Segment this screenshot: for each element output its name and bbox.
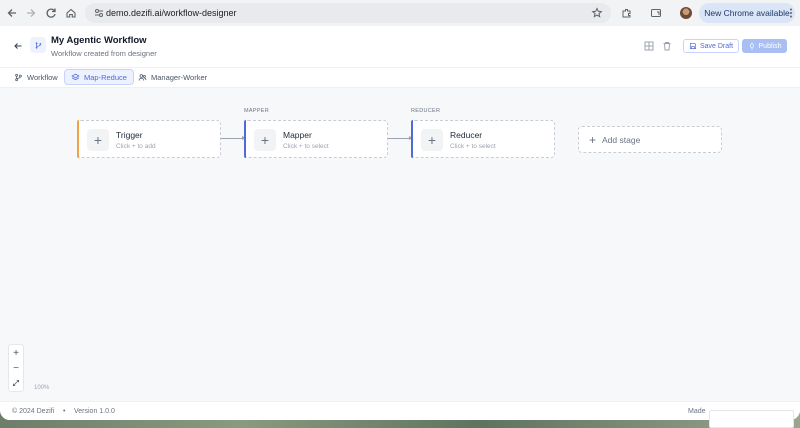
mapper-accent-bar	[244, 120, 246, 158]
copyright-text: © 2024 Dezifi	[12, 408, 55, 415]
address-bar[interactable]: demo.dezifi.ai/workflow-designer	[85, 3, 611, 23]
trigger-accent-bar	[77, 120, 79, 158]
reducer-accent-bar	[411, 120, 413, 158]
tab-workflow-label: Workflow	[27, 72, 58, 82]
plus-icon: +	[589, 132, 597, 147]
mapper-node[interactable]: + Mapper Click + to select	[244, 120, 388, 158]
mapper-node-hint: Click + to select	[283, 143, 329, 150]
publish-button[interactable]: Publish	[742, 39, 787, 53]
add-reducer-plus-icon[interactable]: +	[421, 129, 443, 151]
url-text: demo.dezifi.ai/workflow-designer	[106, 8, 237, 18]
trash-icon[interactable]	[661, 40, 673, 52]
page-subtitle: Workflow created from designer	[51, 49, 157, 58]
version-text: Version 1.0.0	[74, 408, 115, 415]
made-with-text: Made	[688, 408, 706, 415]
reducer-node-hint: Click + to select	[450, 143, 496, 150]
rocket-icon	[749, 42, 754, 50]
app-footer: © 2024 Dezifi • Version 1.0.0 Made	[0, 401, 800, 420]
more-menu-icon[interactable]	[783, 5, 799, 21]
trigger-node[interactable]: + Trigger Click + to add	[77, 120, 221, 158]
tab-manager-worker[interactable]: Manager-Worker	[132, 69, 213, 85]
page-title: My Agentic Workflow	[51, 35, 147, 46]
zoom-level: 100%	[34, 385, 50, 391]
stage-label-mapper: MAPPER	[244, 108, 270, 114]
users-icon	[138, 73, 147, 81]
zoom-in-icon[interactable]: +	[9, 345, 23, 361]
mapper-node-title: Mapper	[283, 130, 312, 140]
fit-view-icon[interactable]	[9, 375, 23, 391]
back-icon[interactable]	[12, 40, 24, 52]
zoom-controls: + −	[8, 344, 24, 392]
layers-icon	[71, 73, 80, 80]
workflow-canvas[interactable]: MAPPER REDUCER + Trigger Click + to add …	[0, 88, 800, 401]
home-icon[interactable]	[63, 5, 79, 21]
back-arrow-icon[interactable]	[4, 5, 20, 21]
forward-arrow-icon[interactable]	[23, 5, 39, 21]
publish-label: Publish	[758, 42, 782, 50]
save-draft-button[interactable]: Save Draft	[683, 39, 739, 53]
profile-avatar[interactable]	[680, 7, 692, 19]
branch-icon	[15, 73, 22, 81]
reload-icon[interactable]	[43, 5, 59, 21]
stage-label-reducer: REDUCER	[411, 108, 441, 114]
save-draft-label: Save Draft	[699, 42, 734, 50]
chrome-update-button[interactable]: New Chrome available	[699, 3, 795, 23]
add-stage-label: Add stage	[602, 134, 641, 145]
grid-icon[interactable]	[643, 40, 655, 52]
connector-arrow	[221, 136, 246, 140]
save-icon	[689, 43, 696, 49]
add-trigger-plus-icon[interactable]: +	[87, 129, 109, 151]
workflow-icon	[30, 37, 46, 53]
reducer-node[interactable]: + Reducer Click + to select	[411, 120, 555, 158]
bookmark-star-icon[interactable]	[591, 7, 603, 19]
tab-map-reduce[interactable]: Map-Reduce	[64, 69, 134, 85]
notification-card[interactable]	[709, 410, 794, 428]
connector-arrow	[388, 136, 413, 140]
footer-separator: •	[63, 408, 66, 415]
pattern-tabs: Workflow Map-Reduce Manager-Worker	[0, 68, 800, 88]
add-mapper-plus-icon[interactable]: +	[254, 129, 276, 151]
app-header: My Agentic Workflow Workflow created fro…	[0, 26, 800, 68]
tab-manager-worker-label: Manager-Worker	[151, 72, 208, 82]
trigger-node-hint: Click + to add	[116, 143, 156, 150]
add-stage-button[interactable]: + Add stage	[578, 126, 722, 153]
zoom-out-icon[interactable]: −	[9, 360, 23, 376]
tab-map-reduce-label: Map-Reduce	[84, 72, 127, 82]
trigger-node-title: Trigger	[116, 130, 143, 140]
reducer-node-title: Reducer	[450, 130, 483, 140]
tab-workflow[interactable]: Workflow	[8, 69, 64, 85]
site-settings-icon[interactable]	[93, 7, 105, 19]
tab-search-icon[interactable]	[648, 5, 664, 21]
browser-toolbar: demo.dezifi.ai/workflow-designer New Chr…	[0, 0, 800, 26]
browser-window: demo.dezifi.ai/workflow-designer New Chr…	[0, 0, 800, 420]
extensions-icon[interactable]	[619, 5, 635, 21]
